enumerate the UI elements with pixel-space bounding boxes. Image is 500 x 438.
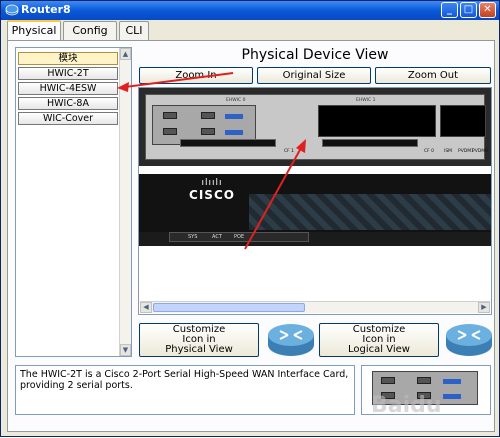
router-logical-icon xyxy=(446,324,492,356)
card-label-strip xyxy=(225,130,243,135)
watermark-text: Baidu xyxy=(371,393,442,418)
module-hwic-8a[interactable]: HWIC-8A xyxy=(18,97,118,110)
port-label: PVDM0 xyxy=(472,149,489,154)
slot-label-ehwic1: EHWIC 1 xyxy=(356,98,376,103)
close-button[interactable]: ✕ xyxy=(479,2,496,18)
cf0-slot xyxy=(322,139,418,147)
router-physical-icon xyxy=(268,324,314,356)
maximize-button[interactable]: □ xyxy=(460,2,477,18)
port-label: CF 0 xyxy=(424,149,435,154)
router-app-icon xyxy=(5,4,19,16)
led-label: POE xyxy=(234,234,245,240)
front-led-strip: SYS ACT POE xyxy=(169,232,309,242)
card-label-strip xyxy=(225,114,243,119)
cisco-brand-text: CISCO xyxy=(189,188,235,202)
module-hwic-2t[interactable]: HWIC-2T xyxy=(18,67,118,80)
serial-port xyxy=(163,112,177,119)
module-header[interactable]: 模块 xyxy=(18,52,118,65)
serial-port xyxy=(201,128,215,135)
slot-label-ehwic0: EHWIC 0 xyxy=(226,98,246,103)
router-slot-bay: EHWIC 0 EHWIC 1 CF 1 CF 0 ISM PVDM1 PVDM… xyxy=(145,94,489,160)
zoom-in-button[interactable]: Zoom In xyxy=(139,67,253,84)
scroll-up-icon[interactable]: ▲ xyxy=(120,48,131,60)
customize-logical-line3: Logical View xyxy=(348,344,410,355)
card-label-strip xyxy=(443,394,461,399)
port-label: CF 1 xyxy=(284,149,295,154)
serial-port xyxy=(163,128,177,135)
scroll-right-icon[interactable]: ▶ xyxy=(478,302,490,313)
cisco-bars-icon: ılıılı xyxy=(201,178,223,188)
scroll-left-icon[interactable]: ◀ xyxy=(140,302,152,313)
module-description: The HWIC-2T is a Cisco 2-Port Serial Hig… xyxy=(15,365,355,415)
cf1-slot xyxy=(180,139,276,147)
module-wic-cover[interactable]: WIC-Cover xyxy=(18,112,118,125)
modules-list: 模块 HWIC-2T HWIC-4ESW HWIC-8A WIC-Cover ▲… xyxy=(15,47,132,357)
tab-config[interactable]: Config xyxy=(63,21,117,40)
router-config-window: Router8 _ □ ✕ Physical Config CLI 模块 HWI… xyxy=(0,0,500,437)
device-hscrollbar[interactable]: ◀ ▶ xyxy=(140,301,490,313)
customize-physical-button[interactable]: Customize Icon in Physical View xyxy=(139,323,259,357)
zoom-out-button[interactable]: Zoom Out xyxy=(375,67,491,84)
scroll-down-icon[interactable]: ▼ xyxy=(120,344,131,356)
cisco-logo: ılıılı CISCO xyxy=(187,178,237,206)
physical-panel: 模块 HWIC-2T HWIC-4ESW HWIC-8A WIC-Cover ▲… xyxy=(7,40,495,432)
serial-port xyxy=(381,377,395,384)
card-label-strip xyxy=(443,379,461,384)
customize-physical-line3: Physical View xyxy=(165,344,233,355)
router-chassis-top: EHWIC 0 EHWIC 1 CF 1 CF 0 ISM PVDM1 PVDM… xyxy=(139,88,491,166)
vent-grille xyxy=(249,194,491,230)
module-hwic-4esw[interactable]: HWIC-4ESW xyxy=(18,82,118,95)
modules-scrollbar[interactable]: ▲ ▼ xyxy=(119,48,131,356)
serial-port xyxy=(417,377,431,384)
front-plate: ılıılı CISCO xyxy=(139,174,491,232)
router-front-panel: ılıılı CISCO SYS ACT POE xyxy=(139,174,491,246)
tab-cli[interactable]: CLI xyxy=(119,21,149,40)
led-label: ACT xyxy=(212,234,222,240)
original-size-button[interactable]: Original Size xyxy=(257,67,371,84)
led-label: SYS xyxy=(188,234,198,240)
port-label: ISM xyxy=(444,149,453,154)
serial-port xyxy=(201,112,215,119)
device-view-title: Physical Device View xyxy=(241,47,389,63)
device-canvas[interactable]: EHWIC 0 EHWIC 1 CF 1 CF 0 ISM PVDM1 PVDM… xyxy=(138,87,492,315)
customize-logical-button[interactable]: Customize Icon in Logical View xyxy=(319,323,439,357)
empty-ehwic-slot[interactable] xyxy=(318,105,436,137)
tab-physical[interactable]: Physical xyxy=(7,20,61,41)
hscroll-thumb[interactable] xyxy=(153,303,305,312)
title-bar[interactable]: Router8 _ □ ✕ xyxy=(1,1,499,20)
window-title: Router8 xyxy=(21,3,71,16)
minimize-button[interactable]: _ xyxy=(441,2,458,18)
empty-ehwic-slot[interactable] xyxy=(440,105,486,137)
